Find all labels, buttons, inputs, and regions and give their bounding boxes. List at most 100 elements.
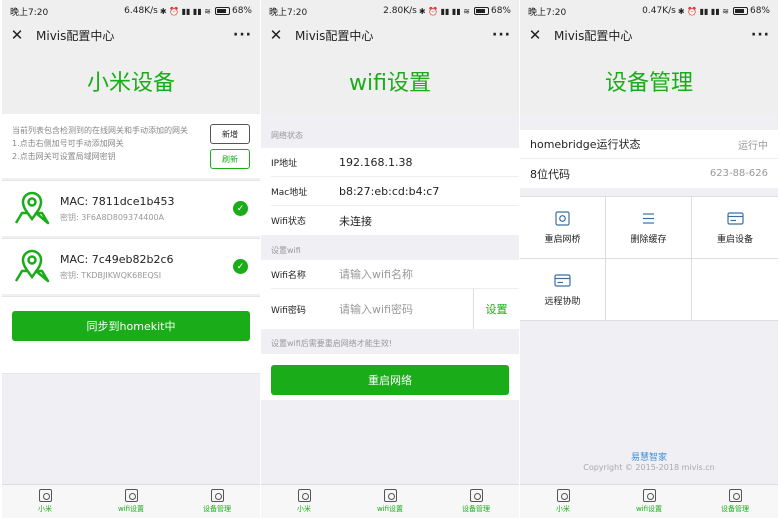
- close-icon[interactable]: ✕: [269, 27, 283, 43]
- tab-xiaomi[interactable]: 小米: [2, 485, 88, 518]
- action-label: 重启网桥: [544, 234, 581, 245]
- sync-section: 同步到homekit中: [2, 296, 260, 374]
- restart-network-button[interactable]: 重启网络: [271, 365, 509, 395]
- action-grid: 重启网桥 删除缓存 重启设备 远程协助: [520, 196, 778, 321]
- status-time: 晚上7:20: [269, 7, 308, 18]
- restart-device-button[interactable]: 重启设备: [692, 197, 778, 259]
- device-mac: MAC: 7811dce1b453: [60, 195, 175, 208]
- tab-device[interactable]: 设备管理: [433, 485, 519, 518]
- check-icon: ✓: [233, 201, 248, 216]
- device-tab-icon: [728, 489, 742, 502]
- status-time: 晚上7:20: [528, 7, 567, 18]
- device-mac: MAC: 7c49eb82b2c6: [60, 253, 174, 266]
- password-input[interactable]: 请输入wifi密码: [339, 301, 413, 317]
- wifi-tab-icon: [124, 489, 138, 502]
- status-info-group: homebridge运行状态 运行中 8位代码 623-88-626: [520, 130, 778, 188]
- tab-label: 小米: [297, 505, 311, 513]
- more-icon[interactable]: ···: [492, 27, 511, 43]
- signal-icons: ✱ ⏰ ▮▮ ▮▮ ≋: [418, 6, 470, 16]
- close-icon[interactable]: ✕: [10, 27, 24, 43]
- status-time: 晚上7:20: [10, 7, 49, 18]
- xiaomi-tab-icon: [297, 489, 311, 502]
- password-label: Wifi密码: [271, 305, 306, 316]
- tab-wifi[interactable]: wifi设置: [88, 485, 174, 518]
- wifi-settings-label: 设置wifi: [271, 246, 301, 255]
- check-icon: ✓: [233, 259, 248, 274]
- network-speed: 2.80K/s: [383, 6, 417, 16]
- ssid-input[interactable]: 请输入wifi名称: [339, 266, 413, 282]
- tab-device[interactable]: 设备管理: [174, 485, 260, 518]
- battery-icon: [214, 7, 230, 15]
- copyright: Copyright © 2015-2018 mivis.cn: [583, 463, 715, 472]
- clear-cache-button[interactable]: 删除缓存: [606, 197, 692, 259]
- remote-assist-button[interactable]: 远程协助: [520, 259, 606, 321]
- device-key: 密钥: TKDBJIKWQK68EQSI: [60, 271, 162, 280]
- set-wifi-button[interactable]: 设置: [473, 289, 519, 329]
- network-speed: 6.48K/s: [124, 6, 158, 16]
- card-icon: [726, 211, 744, 225]
- password-row: Wifi密码 请输入wifi密码 设置: [271, 289, 519, 329]
- add-gateway-button[interactable]: 新增: [210, 124, 250, 144]
- tab-wifi[interactable]: wifi设置: [606, 485, 692, 518]
- mac-label: Mac地址: [271, 187, 308, 198]
- nav-title: Mivis配置中心: [36, 28, 115, 43]
- action-label: 远程协助: [544, 296, 581, 307]
- empty-cell: [606, 259, 692, 321]
- nav-bar: ✕ Mivis配置中心 ···: [261, 22, 519, 48]
- wifi-form-group: Wifi名称 请输入wifi名称 Wifi密码 请输入wifi密码 设置: [261, 260, 519, 329]
- pin-code-label: 8位代码: [530, 167, 570, 181]
- homebridge-status-label: homebridge运行状态: [530, 138, 641, 151]
- network-status-group: IP地址 192.168.1.38 Mac地址 b8:27:eb:cd:b4:c…: [261, 148, 519, 235]
- tab-bar: 小米 wifi设置 设备管理: [2, 484, 260, 518]
- device-item[interactable]: MAC: 7811dce1b453 密钥: 3F6A8D809374400A ✓: [2, 180, 260, 236]
- page-title: 设备管理: [520, 48, 778, 114]
- ip-label: IP地址: [271, 158, 298, 169]
- list-icon: [643, 212, 654, 224]
- status-bar: 晚上7:20 6.48K/s ✱ ⏰ ▮▮ ▮▮ ≋ 68%: [2, 0, 260, 22]
- ssid-label: Wifi名称: [271, 270, 306, 281]
- restart-section: 重启网络: [261, 354, 519, 400]
- tab-label: 小米: [556, 505, 570, 513]
- refresh-button[interactable]: 刷新: [210, 149, 250, 169]
- tab-xiaomi[interactable]: 小米: [520, 485, 606, 518]
- screen-device-management: 晚上7:20 0.47K/s ✱ ⏰ ▮▮ ▮▮ ≋ 68% ✕ Mivis配置…: [520, 0, 778, 518]
- signal-icons: ✱ ⏰ ▮▮ ▮▮ ≋: [159, 6, 211, 16]
- restart-bridge-button[interactable]: 重启网桥: [520, 197, 606, 259]
- nav-title: Mivis配置中心: [554, 28, 633, 43]
- tab-label: 设备管理: [462, 505, 490, 513]
- device-tab-icon: [469, 489, 483, 502]
- nav-title: Mivis配置中心: [295, 28, 374, 43]
- tab-device[interactable]: 设备管理: [692, 485, 778, 518]
- screen-wifi-settings: 晚上7:20 2.80K/s ✱ ⏰ ▮▮ ▮▮ ≋ 68% ✕ Mivis配置…: [261, 0, 519, 518]
- wifi-status-label: Wifi状态: [271, 217, 306, 227]
- wifi-tab-icon: [642, 489, 656, 502]
- page-title: wifi设置: [261, 48, 519, 114]
- nav-bar: ✕ Mivis配置中心 ···: [2, 22, 260, 48]
- tab-label: 小米: [38, 505, 52, 513]
- tip-line: 2.点击网关可设置局域网密钥: [12, 152, 116, 161]
- action-label: 重启设备: [716, 234, 753, 245]
- tab-label: wifi设置: [635, 505, 663, 513]
- device-item[interactable]: MAC: 7c49eb82b2c6 密钥: TKDBJIKWQK68EQSI ✓: [2, 238, 260, 294]
- brand-link[interactable]: 易慧智家: [520, 450, 778, 463]
- more-icon[interactable]: ···: [233, 27, 252, 43]
- tab-bar: 小米 wifi设置 设备管理: [520, 484, 778, 518]
- tips-panel: 当前列表包含检测到的在线网关和手动添加的网关 1.点击右侧加号可手动添加网关 2…: [2, 114, 260, 178]
- tab-xiaomi[interactable]: 小米: [261, 485, 347, 518]
- page-title: 小米设备: [2, 48, 260, 114]
- battery-level: 68%: [490, 6, 511, 16]
- close-icon[interactable]: ✕: [528, 27, 542, 43]
- homebridge-status-row: homebridge运行状态 运行中: [520, 130, 778, 159]
- status-bar: 晚上7:20 0.47K/s ✱ ⏰ ▮▮ ▮▮ ≋ 68%: [520, 0, 778, 22]
- more-icon[interactable]: ···: [751, 27, 770, 43]
- tab-wifi[interactable]: wifi设置: [347, 485, 433, 518]
- xiaomi-tab-icon: [38, 489, 52, 502]
- tip-line: 1.点击右侧加号可手动添加网关: [12, 139, 124, 148]
- location-pin-icon: [14, 249, 50, 283]
- tab-label: wifi设置: [376, 505, 404, 513]
- device-tab-icon: [210, 489, 224, 502]
- sync-homekit-button[interactable]: 同步到homekit中: [12, 311, 250, 341]
- screen-xiaomi-devices: 晚上7:20 6.48K/s ✱ ⏰ ▮▮ ▮▮ ≋ 68% ✕ Mivis配置…: [2, 0, 260, 518]
- location-pin-icon: [14, 191, 50, 225]
- nav-bar: ✕ Mivis配置中心 ···: [520, 22, 778, 48]
